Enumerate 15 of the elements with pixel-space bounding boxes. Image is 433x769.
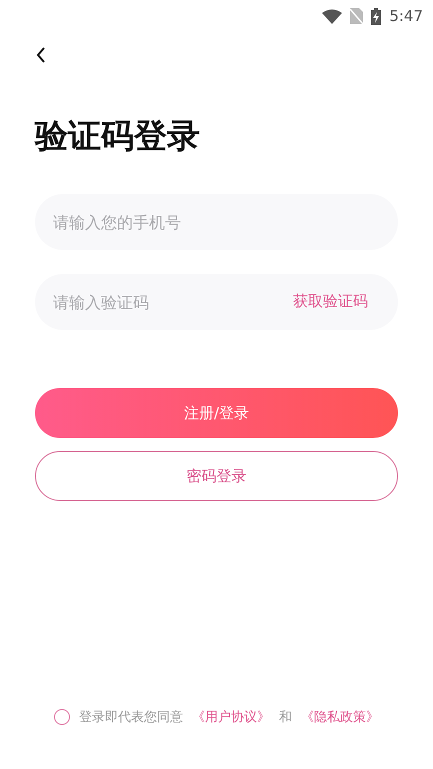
agreement-link[interactable]: 《隐私政策》 (301, 708, 379, 726)
phone-field[interactable]: 请输入您的手机号 (35, 194, 398, 250)
password-login-button[interactable]: 密码登录 (35, 451, 398, 501)
status-time: 5:47 (389, 7, 423, 25)
battery-charging-icon (371, 8, 382, 24)
wifi-icon (322, 8, 342, 24)
agree-checkbox[interactable] (54, 709, 70, 725)
page-title: 验证码登录 (35, 116, 201, 156)
no-sim-icon (350, 8, 364, 24)
agreement-text: 登录即代表您同意 (79, 709, 183, 726)
back-icon[interactable] (35, 46, 47, 64)
register-login-button[interactable]: 注册/登录 (35, 388, 398, 438)
agreement-text: 和 (279, 709, 292, 726)
agreement-link[interactable]: 《用户协议》 (192, 708, 270, 726)
get-code-button[interactable]: 获取验证码 (293, 292, 368, 311)
